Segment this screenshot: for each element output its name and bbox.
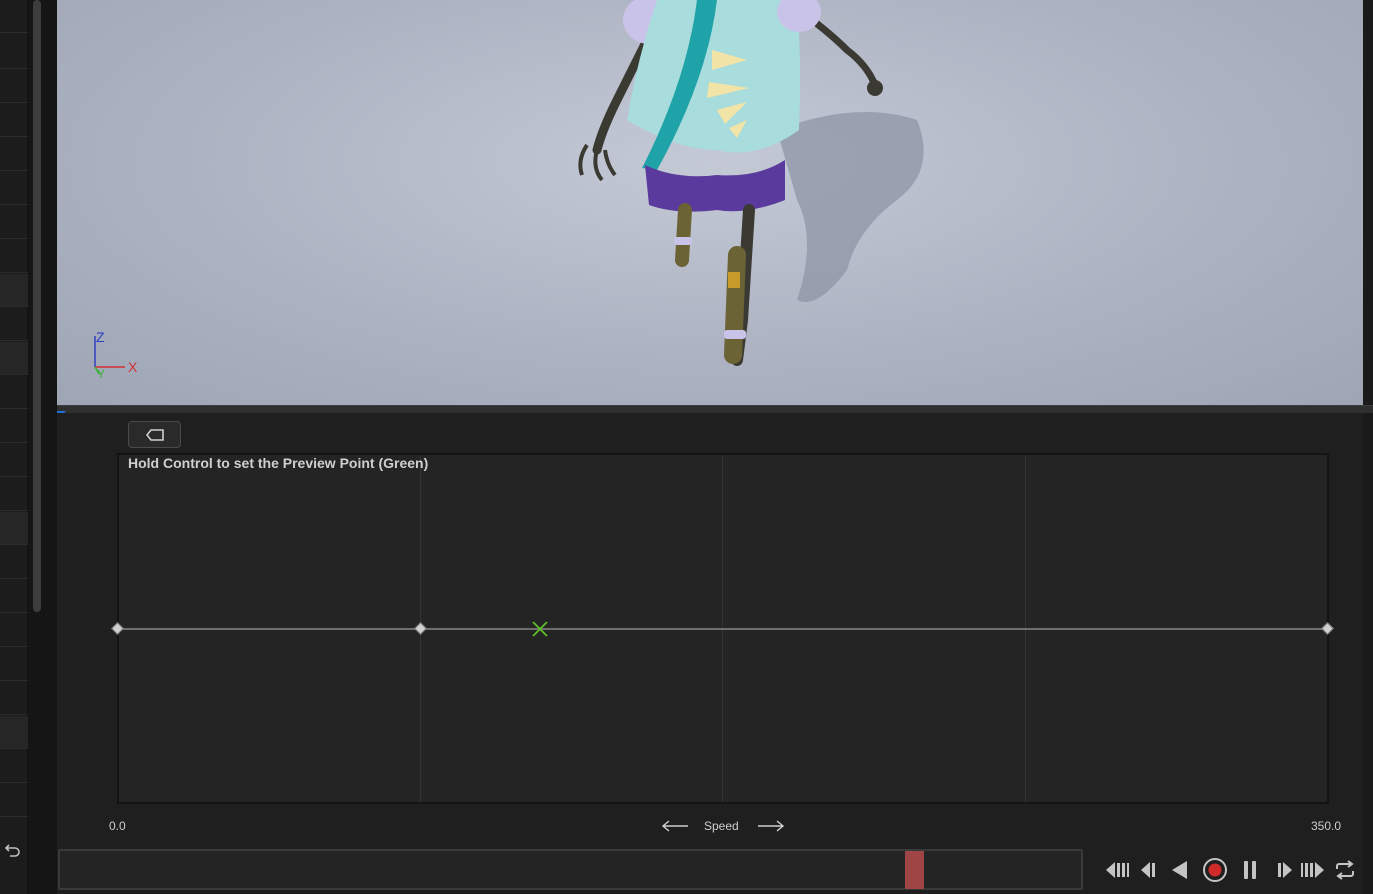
- back-button[interactable]: [128, 421, 181, 448]
- axis-min-label: 0.0: [109, 819, 126, 833]
- timeline-scrubber-handle[interactable]: [905, 851, 925, 889]
- viewport-splitter[interactable]: [57, 405, 1373, 413]
- blend-axis-line: [118, 628, 1328, 630]
- axis-z-label: Z: [96, 329, 105, 345]
- details-row[interactable]: [0, 376, 28, 409]
- undo-icon[interactable]: [4, 840, 22, 860]
- details-row[interactable]: [0, 614, 28, 647]
- preview-viewport[interactable]: Z X Y: [57, 0, 1363, 405]
- details-row[interactable]: [0, 784, 28, 817]
- details-row[interactable]: [0, 682, 28, 715]
- details-row[interactable]: [0, 750, 28, 783]
- play-reverse-icon: [1172, 861, 1187, 879]
- loop-icon: [1336, 860, 1354, 880]
- details-row[interactable]: [0, 138, 28, 171]
- details-scrollbar-thumb[interactable]: [33, 0, 41, 612]
- right-edge: [1363, 0, 1373, 894]
- details-row[interactable]: [0, 716, 28, 749]
- details-row[interactable]: [0, 580, 28, 613]
- step-forward-button[interactable]: [1271, 857, 1297, 883]
- character-preview: [578, 0, 924, 366]
- loop-button[interactable]: [1332, 857, 1358, 883]
- details-row[interactable]: [0, 512, 28, 545]
- back-arrow-icon: [145, 428, 164, 441]
- axis-max-label: 350.0: [1311, 819, 1342, 833]
- pause-icon: [1244, 861, 1256, 879]
- splitter[interactable]: [48, 0, 57, 894]
- step-back-icon: [1141, 862, 1155, 878]
- details-row[interactable]: [0, 240, 28, 273]
- step-forward-icon: [1278, 862, 1292, 878]
- details-row[interactable]: [0, 36, 28, 69]
- details-row[interactable]: [0, 172, 28, 205]
- skip-to-end-icon: [1301, 862, 1324, 878]
- axis-x-label: X: [128, 359, 138, 375]
- details-row[interactable]: [0, 274, 28, 307]
- details-row[interactable]: [0, 410, 28, 443]
- details-panel-strip: [0, 0, 28, 894]
- details-row[interactable]: [0, 206, 28, 239]
- step-back-button[interactable]: [1136, 857, 1162, 883]
- details-row[interactable]: [0, 0, 28, 33]
- record-icon: [1203, 858, 1227, 882]
- details-row[interactable]: [0, 444, 28, 477]
- details-row[interactable]: [0, 546, 28, 579]
- details-row[interactable]: [0, 342, 28, 375]
- arrow-right-icon: [758, 820, 785, 832]
- timeline-scrub-bar[interactable]: [58, 849, 1083, 890]
- to-end-button[interactable]: [1300, 857, 1326, 883]
- details-row[interactable]: [0, 70, 28, 103]
- details-row[interactable]: [0, 648, 28, 681]
- details-row[interactable]: [0, 104, 28, 137]
- record-button[interactable]: [1202, 857, 1228, 883]
- arrow-left-icon: [661, 820, 688, 832]
- preview-point-marker[interactable]: [530, 619, 550, 639]
- axis-name-label: Speed: [704, 819, 739, 833]
- to-start-button[interactable]: [1104, 857, 1130, 883]
- skip-to-start-icon: [1106, 862, 1129, 878]
- play-reverse-button[interactable]: [1167, 857, 1193, 883]
- details-row[interactable]: [0, 308, 28, 341]
- details-row[interactable]: [0, 478, 28, 511]
- pause-button[interactable]: [1237, 857, 1263, 883]
- preview-hint-text: Hold Control to set the Preview Point (G…: [128, 455, 429, 471]
- axis-y-label: Y: [97, 367, 106, 381]
